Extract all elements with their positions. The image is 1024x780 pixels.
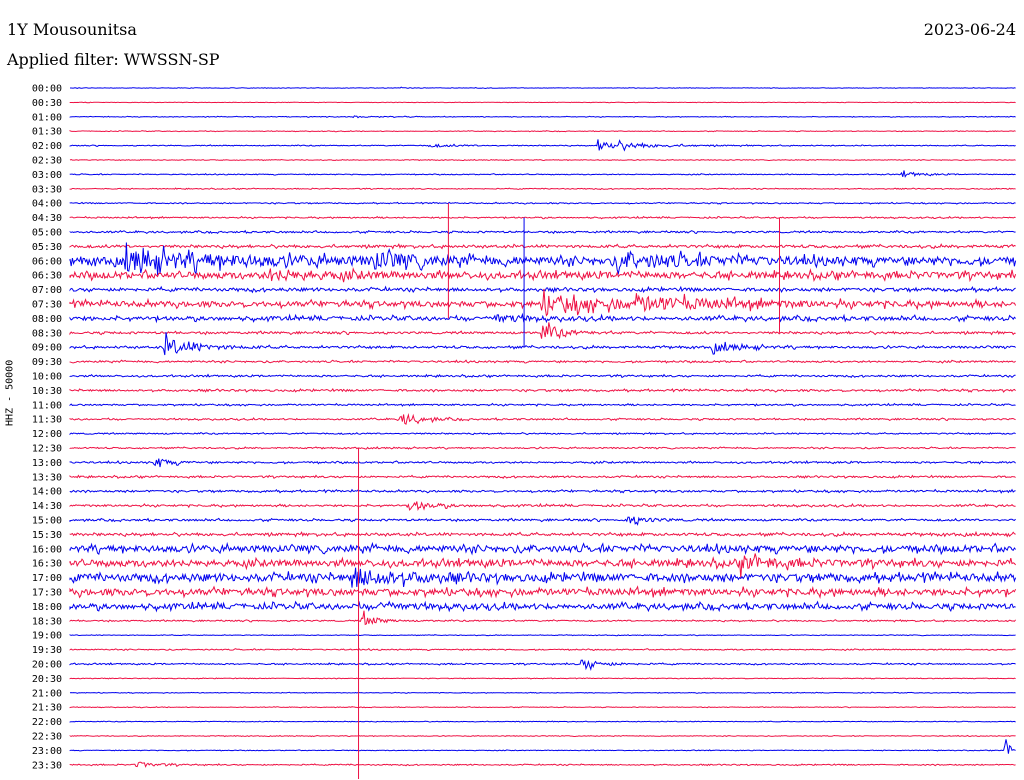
trace-line (69, 187, 1016, 191)
trace-line (69, 387, 1016, 393)
tick-label: 16:00 (32, 544, 62, 555)
tick-label: 14:00 (32, 487, 62, 498)
trace-line (69, 585, 1017, 600)
tick-label: 02:00 (32, 141, 62, 152)
trace-line (69, 446, 1016, 450)
trace-line (69, 322, 1016, 340)
tick-label: 23:30 (32, 760, 62, 771)
tick-label: 09:30 (32, 357, 62, 368)
tick-label: 19:30 (32, 645, 62, 656)
tick-label: 11:00 (32, 400, 62, 411)
tick-label: 06:30 (32, 271, 62, 282)
trace-line (69, 201, 1016, 205)
tick-label: 14:30 (32, 501, 62, 512)
trace-line (69, 530, 1016, 538)
trace-line (69, 312, 1016, 324)
trace-line (69, 488, 1016, 494)
tick-label: 01:30 (32, 127, 62, 138)
trace-line (69, 516, 1016, 526)
tick-label: 22:30 (32, 732, 62, 743)
tick-label: 09:00 (32, 343, 62, 354)
trace-line (69, 413, 1016, 425)
trace-line (69, 130, 1016, 133)
tick-label: 07:00 (32, 285, 62, 296)
tick-label: 16:30 (32, 559, 62, 570)
tick-label: 19:00 (32, 631, 62, 642)
tick-label: 18:30 (32, 616, 62, 627)
tick-label: 05:30 (32, 242, 62, 253)
trace-line (70, 86, 1016, 90)
trace-line (69, 677, 1016, 680)
trace-line (69, 359, 1016, 364)
tick-label: 08:00 (32, 314, 62, 325)
trace-line (69, 215, 1016, 220)
tick-label: 01:00 (32, 112, 62, 123)
trace-line (69, 115, 1016, 119)
tick-label: 03:00 (32, 170, 62, 181)
tick-label: 15:30 (32, 530, 62, 541)
trace-line (69, 288, 1017, 317)
trace-line (69, 139, 1016, 152)
trace-line (69, 648, 1016, 652)
tick-label: 17:30 (32, 588, 62, 599)
trace-line (69, 229, 1016, 235)
tick-label: 05:00 (32, 228, 62, 239)
tick-label: 03:30 (32, 184, 62, 195)
trace-line (69, 458, 1016, 468)
trace-line (69, 474, 1016, 480)
tick-label: 11:30 (32, 415, 62, 426)
tick-label: 22:00 (32, 717, 62, 728)
trace-line (69, 170, 1016, 178)
tick-label: 04:00 (32, 199, 62, 210)
trace-line (69, 373, 1016, 379)
trace-line (69, 691, 1016, 694)
trace-line (69, 243, 1016, 250)
trace-line (69, 567, 1017, 588)
seismogram-plot: 00:00 00:30 01:00 01:30 02:00 02:30 03:00 03:30… (32, 84, 1017, 779)
trace-line (69, 431, 1016, 436)
tick-label: 21:00 (32, 688, 62, 699)
tick-label: 13:30 (32, 472, 62, 483)
tick-label: 12:30 (32, 444, 62, 455)
tick-label: 08:30 (32, 328, 62, 339)
trace-line (69, 541, 1016, 556)
trace-line (69, 634, 1016, 637)
tick-label: 10:30 (32, 386, 62, 397)
trace-line (69, 720, 1016, 723)
tick-label: 12:00 (32, 429, 62, 440)
tick-label: 23:00 (32, 746, 62, 757)
tick-label: 20:00 (32, 660, 62, 671)
trace-line (69, 101, 1016, 104)
tick-label: 07:30 (32, 300, 62, 311)
trace-line (69, 734, 1016, 738)
trace-line (69, 285, 1016, 294)
trace-line (69, 553, 1016, 579)
trace-line (69, 267, 1017, 283)
tick-label: 02:30 (32, 156, 62, 167)
trace-line (69, 739, 1016, 754)
trace-line (69, 761, 1016, 768)
trace-line (69, 402, 1016, 407)
tick-label: 20:30 (32, 674, 62, 685)
tick-label: 18:00 (32, 602, 62, 613)
trace-line (69, 706, 1016, 709)
trace-line (69, 610, 1016, 626)
tick-label: 10:00 (32, 372, 62, 383)
tick-label: 15:00 (32, 516, 62, 527)
tick-label: 17:00 (32, 573, 62, 584)
tick-label: 00:30 (32, 98, 62, 109)
tick-label: 04:30 (32, 213, 62, 224)
tick-label: 00:00 (32, 84, 62, 95)
trace-line (69, 158, 1016, 162)
tick-label: 21:30 (32, 703, 62, 714)
trace-line (69, 600, 1016, 613)
trace-line (69, 659, 1016, 671)
tick-label: 13:00 (32, 458, 62, 469)
trace-line (69, 332, 1016, 356)
trace-line (69, 501, 1016, 511)
tick-label: 06:00 (32, 256, 62, 267)
